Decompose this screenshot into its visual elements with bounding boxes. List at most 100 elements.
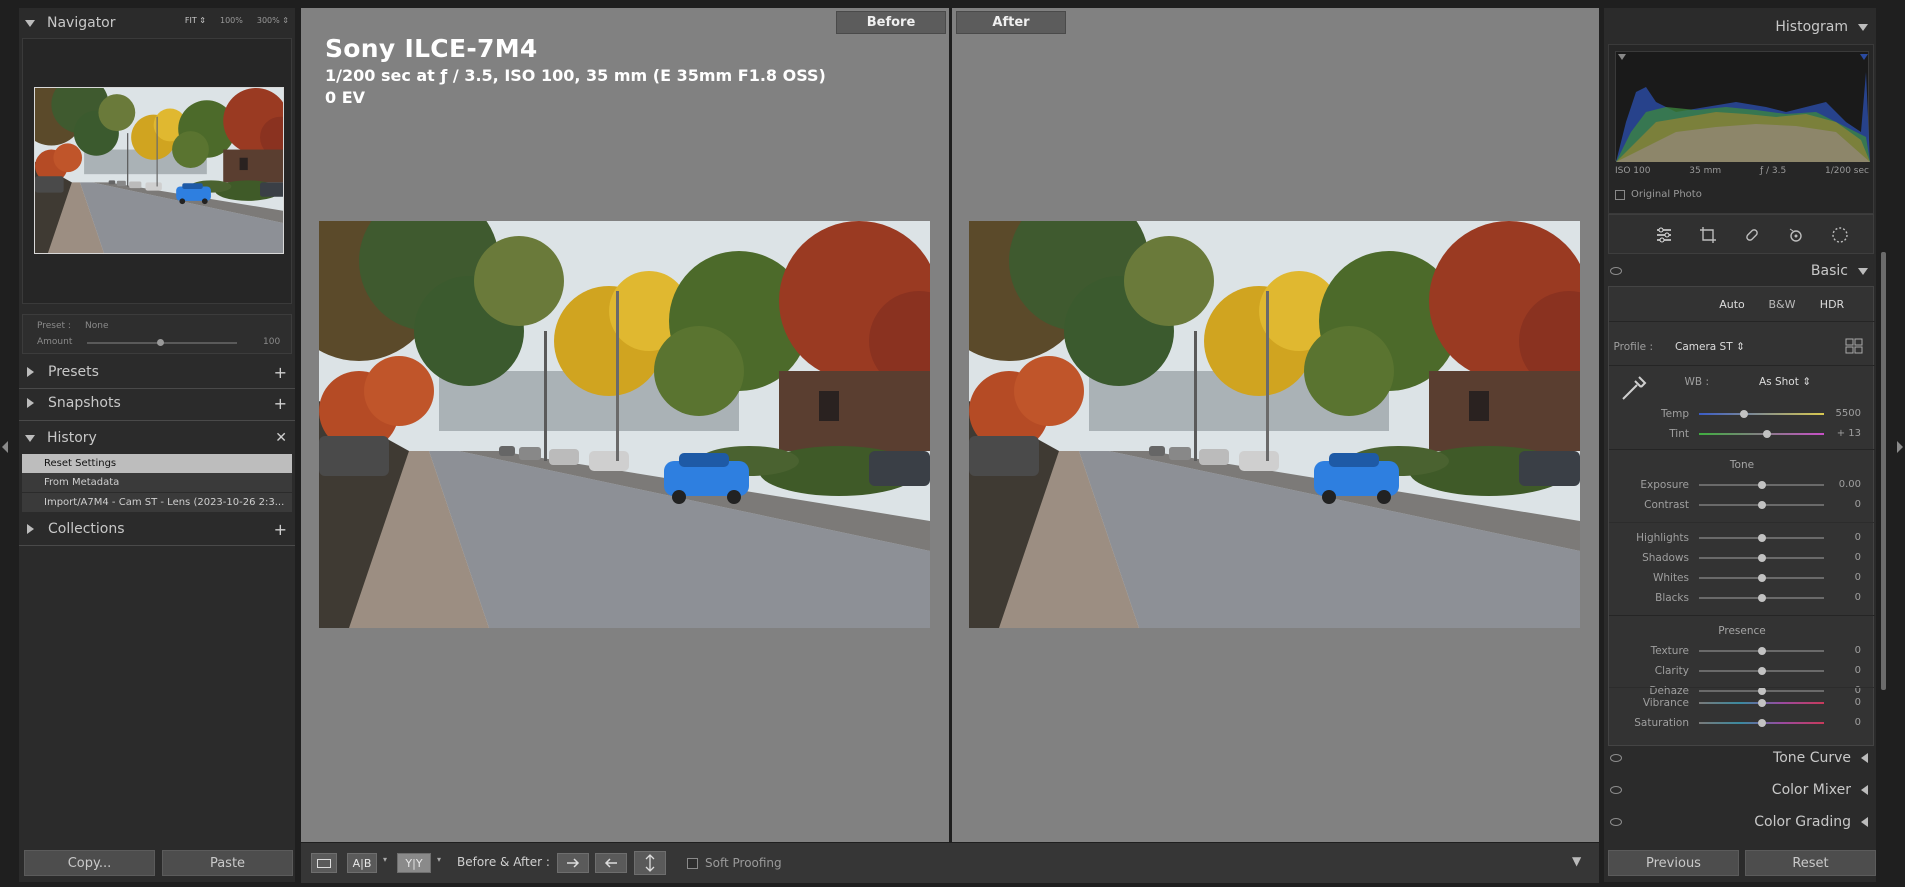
original-photo-toggle[interactable]: Original Photo [1615, 189, 1702, 200]
paste-button[interactable]: Paste [162, 850, 293, 876]
before-after-view: Before After Sony ILCE-7M4 1/200 sec at … [301, 8, 1599, 842]
vibrance-slider-thumb[interactable] [1757, 699, 1766, 707]
edit-sliders-icon[interactable] [1655, 226, 1673, 244]
saturation-value[interactable]: 0 [1821, 717, 1861, 728]
whites-slider-thumb[interactable] [1757, 574, 1766, 582]
exposure-slider-thumb[interactable] [1757, 481, 1766, 489]
add-collection-icon[interactable]: + [274, 520, 287, 539]
masking-icon[interactable] [1831, 226, 1849, 244]
vibrance-value[interactable]: 0 [1821, 697, 1861, 708]
clarity-slider-thumb[interactable] [1757, 667, 1766, 675]
temp-label: Temp [1661, 408, 1689, 420]
soft-proofing-checkbox[interactable] [687, 858, 698, 869]
loupe-view-button[interactable] [311, 853, 337, 873]
history-item-from-metadata[interactable]: From Metadata [22, 473, 292, 492]
zoom-100[interactable]: 100% [220, 16, 243, 25]
add-snapshot-icon[interactable]: + [274, 394, 287, 413]
zoom-300[interactable]: 300% ⇕ [257, 16, 289, 25]
blacks-value[interactable]: 0 [1821, 592, 1861, 603]
eye-visibility-icon[interactable] [1610, 786, 1622, 794]
divider [1609, 687, 1875, 688]
clarity-value[interactable]: 0 [1821, 665, 1861, 676]
exposure-value[interactable]: 0.00 [1821, 479, 1861, 490]
eye-visibility-icon[interactable] [1610, 818, 1622, 826]
before-after-label: Before & After : [457, 855, 550, 869]
crop-icon[interactable] [1699, 226, 1717, 244]
right-panel-scrollbar[interactable] [1881, 252, 1886, 690]
yy-dropdown-icon[interactable]: ▾ [437, 855, 441, 864]
histogram-header[interactable]: Histogram [1604, 12, 1876, 42]
saturation-slider-thumb[interactable] [1757, 719, 1766, 727]
right-panel-toggle-icon[interactable] [1897, 441, 1903, 456]
collections-title: Collections [48, 521, 125, 537]
temp-slider-track[interactable] [1699, 413, 1824, 415]
texture-slider-thumb[interactable] [1757, 647, 1766, 655]
navigator-thumbnail[interactable] [34, 87, 284, 254]
collections-header[interactable]: Collections + [19, 516, 295, 542]
history-header[interactable]: History ✕ [19, 425, 295, 451]
amount-slider-thumb[interactable] [157, 339, 164, 346]
clear-history-icon[interactable]: ✕ [275, 430, 287, 446]
profile-dropdown[interactable]: Camera ST ⇕ [1675, 341, 1775, 353]
dehaze-slider-thumb[interactable] [1757, 687, 1766, 695]
shadows-value[interactable]: 0 [1821, 552, 1861, 563]
color-mixer-header[interactable]: Color Mixer [1604, 777, 1876, 803]
after-tab[interactable]: After [956, 11, 1066, 34]
eye-visibility-icon[interactable] [1610, 754, 1622, 762]
add-preset-icon[interactable]: + [274, 363, 287, 382]
auto-button[interactable]: Auto [1709, 295, 1755, 313]
tint-value[interactable]: + 13 [1821, 428, 1861, 439]
view-dropdown-icon[interactable]: ▾ [383, 855, 387, 864]
shadow-clipping-indicator-icon [1618, 54, 1626, 60]
preset-label: Preset : [37, 321, 71, 331]
hdr-button[interactable]: HDR [1809, 295, 1855, 313]
healing-bandage-icon[interactable] [1743, 226, 1761, 244]
reset-button[interactable]: Reset [1745, 850, 1876, 876]
after-photo[interactable] [969, 221, 1580, 628]
divider [1609, 365, 1875, 366]
color-grading-header[interactable]: Color Grading [1604, 809, 1876, 835]
previous-button[interactable]: Previous [1608, 850, 1739, 876]
zoom-fit[interactable]: FIT ⇕ [185, 16, 206, 25]
texture-value[interactable]: 0 [1821, 645, 1861, 656]
copy-after-to-before-icon[interactable] [595, 853, 627, 873]
preset-amount-box: Preset : None Amount 100 [22, 314, 292, 354]
before-photo[interactable] [319, 221, 930, 628]
copy-before-to-after-icon[interactable] [557, 853, 589, 873]
basic-header[interactable]: Basic [1604, 256, 1876, 286]
red-eye-icon[interactable] [1787, 226, 1805, 244]
profile-browser-grid-icon[interactable] [1845, 338, 1863, 354]
presets-header[interactable]: Presets + [19, 359, 295, 385]
history-item-reset-settings[interactable]: Reset Settings [22, 454, 292, 473]
tint-slider-thumb[interactable] [1762, 430, 1771, 438]
highlights-slider-thumb[interactable] [1757, 534, 1766, 542]
exposure-info: 1/200 sec at ƒ / 3.5, ISO 100, 35 mm (E … [325, 66, 826, 85]
shadows-slider-thumb[interactable] [1757, 554, 1766, 562]
temp-value[interactable]: 5500 [1821, 408, 1861, 419]
yy-view-button[interactable]: Y|Y [397, 853, 431, 873]
swap-before-after-icon[interactable] [634, 851, 666, 875]
original-photo-checkbox[interactable] [1615, 189, 1625, 200]
toolbar-menu-icon[interactable]: ▼ [1572, 854, 1581, 868]
blacks-slider-thumb[interactable] [1757, 594, 1766, 602]
histogram-graph[interactable] [1615, 51, 1870, 162]
contrast-value[interactable]: 0 [1821, 499, 1861, 510]
wb-label: WB : [1684, 376, 1709, 388]
bw-button[interactable]: B&W [1759, 295, 1805, 313]
highlights-value[interactable]: 0 [1821, 532, 1861, 543]
copy-button[interactable]: Copy... [24, 850, 155, 876]
snapshots-header[interactable]: Snapshots + [19, 390, 295, 416]
basic-panel: Auto B&W HDR Profile : Camera ST ⇕ WB : … [1608, 286, 1875, 746]
left-panel-toggle-icon[interactable] [2, 441, 8, 456]
before-tab[interactable]: Before [836, 11, 946, 34]
temp-slider-thumb[interactable] [1740, 410, 1748, 418]
split-divider[interactable] [949, 8, 952, 842]
tint-slider-track[interactable] [1699, 433, 1824, 435]
wb-dropdown[interactable]: As Shot ⇕ [1759, 376, 1839, 388]
contrast-slider-thumb[interactable] [1757, 501, 1766, 509]
whites-value[interactable]: 0 [1821, 572, 1861, 583]
ab-view-button[interactable]: A|B [347, 853, 377, 873]
tone-curve-header[interactable]: Tone Curve [1604, 745, 1876, 771]
eye-visibility-icon[interactable] [1610, 267, 1622, 275]
history-item-import[interactable]: Import/A7M4 - Cam ST - Lens (2023-10-26 … [22, 493, 292, 512]
